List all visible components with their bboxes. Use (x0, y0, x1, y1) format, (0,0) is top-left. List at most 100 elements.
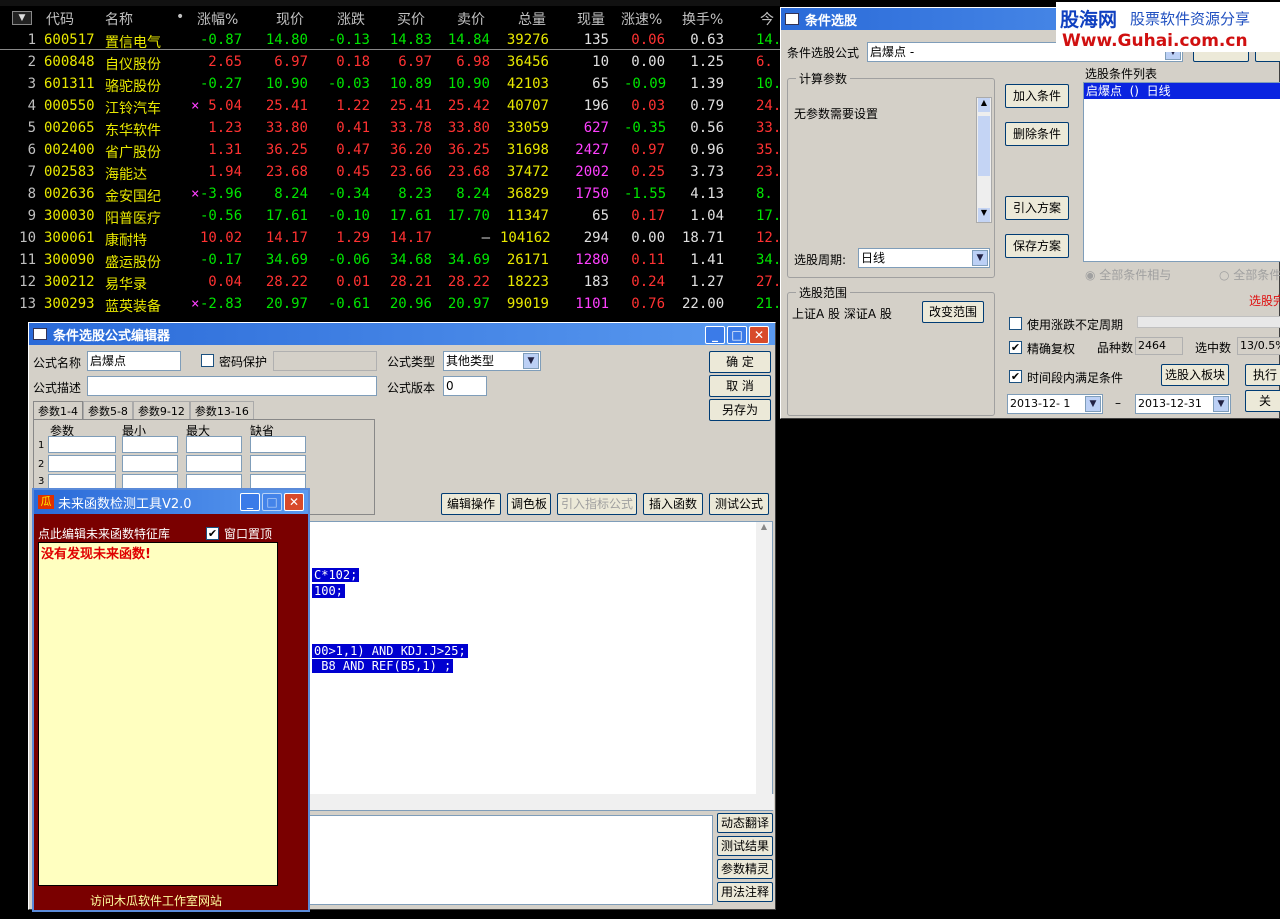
dynamic-translate-button[interactable]: 动态翻译 (717, 813, 773, 833)
table-row[interactable]: 4 000550 江铃汽车 × 5.04 25.41 1.22 25.41 25.42 40707… (0, 95, 782, 117)
table-row[interactable]: 6 002400 省广股份 1.31 36.25 0.47 36.20 36.25 31698 2… (0, 139, 782, 161)
editor-vscrollbar[interactable]: ▲ (756, 522, 772, 794)
scroll-thumb[interactable] (978, 116, 990, 176)
chevron-down-icon[interactable]: ▼ (1213, 396, 1229, 412)
condition-list[interactable]: 启爆点 () 日线 (1083, 82, 1280, 262)
current-volume: 1280 (575, 252, 609, 268)
param-2-name[interactable] (48, 455, 116, 472)
col-volume[interactable]: 总量 (518, 9, 546, 29)
col-code[interactable]: 代码 (46, 9, 74, 29)
param-1-min[interactable] (122, 436, 178, 453)
table-row[interactable]: 10 300061 康耐特 10.02 14.17 1.29 14.17 — 104162 294… (0, 227, 781, 249)
cancel-button[interactable]: 取 消 (709, 375, 771, 397)
maximize-icon[interactable]: □ (262, 493, 282, 511)
param-1-default[interactable] (250, 436, 306, 453)
future-tool-titlebar[interactable]: 瓜 未来函数检测工具V2.0 _ □ ✕ (34, 490, 308, 514)
import-plan-button[interactable]: 引入方案 (1005, 196, 1069, 220)
edit-ops-button[interactable]: 编辑操作 (441, 493, 501, 515)
password-checkbox[interactable] (201, 354, 214, 367)
table-row[interactable]: 9 300030 阳普医疗 -0.56 17.61 -0.10 17.61 17.70 1134… (0, 205, 782, 227)
radio-and[interactable]: ◉ 全部条件相与 (1085, 266, 1171, 283)
chevron-down-icon[interactable]: ▼ (1085, 396, 1101, 412)
table-row[interactable]: 13 300293 蓝英装备 × -2.83 20.97 -0.61 20.96 20.97 99… (0, 293, 781, 315)
table-row[interactable]: 7 002583 海能达 1.94 23.68 0.45 23.66 23.68 37472 20… (0, 161, 782, 183)
formula-version-input[interactable]: 0 (443, 376, 487, 396)
use-period-checkbox[interactable] (1009, 317, 1022, 330)
scroll-down-icon[interactable]: ▼ (978, 208, 990, 222)
insert-function-button[interactable]: 插入函数 (643, 493, 703, 515)
condition-list-item[interactable]: 启爆点 () 日线 (1084, 83, 1280, 99)
table-row[interactable]: 11 300090 盛运股份 -0.17 34.69 -0.06 34.68 34.69 261… (0, 249, 781, 271)
change-range-button[interactable]: 改变范围 (922, 301, 984, 323)
stock-picker-window: 条件选股 条件选股公式 启爆点 - ▼ 计算参数 无参数需要设置 ▲ ▼ 选股周期… (780, 7, 1280, 419)
save-as-button[interactable]: 另存为 (709, 399, 771, 421)
save-plan-button[interactable]: 保存方案 (1005, 234, 1069, 258)
delete-condition-button[interactable]: 删除条件 (1005, 122, 1069, 146)
col-pct[interactable]: 涨幅% (197, 9, 238, 29)
table-row[interactable]: 5 002065 东华软件 1.23 33.80 0.41 33.78 33.80 33059 6… (0, 117, 782, 139)
col-price[interactable]: 现价 (276, 9, 304, 29)
bid: 28.21 (389, 274, 432, 290)
tab-params-5-8[interactable]: 参数5-8 (82, 401, 133, 419)
test-formula-button[interactable]: 测试公式 (709, 493, 769, 515)
test-result-button[interactable]: 测试结果 (717, 836, 773, 856)
turnover: 0.56 (690, 120, 724, 136)
table-row[interactable]: 3 601311 骆驼股份 -0.27 10.90 -0.03 10.89 10.90 4210… (0, 73, 782, 95)
col-cur-vol[interactable]: 现量 (577, 9, 605, 29)
chevron-down-icon[interactable]: ▼ (523, 353, 539, 369)
password-input[interactable] (273, 351, 377, 371)
date-from[interactable]: 2013-12- 1 ▼ (1007, 394, 1103, 414)
sort-dropdown-icon[interactable]: ▼ (12, 11, 32, 25)
param-1-max[interactable] (186, 436, 242, 453)
add-condition-button[interactable]: 加入条件 (1005, 84, 1069, 108)
exact-adjust-checkbox[interactable]: ✔ (1009, 341, 1022, 354)
minimize-icon[interactable]: _ (705, 326, 725, 344)
param-2-max[interactable] (186, 455, 242, 472)
table-row[interactable]: 8 002636 金安国纪 × -3.96 8.24 -0.34 8.23 8.24 36829 1… (0, 183, 780, 205)
scroll-up-icon[interactable]: ▲ (756, 522, 772, 538)
palette-button[interactable]: 调色板 (507, 493, 551, 515)
param-wizard-button[interactable]: 参数精灵 (717, 859, 773, 879)
execute-button[interactable]: 执行 (1245, 364, 1280, 386)
tab-params-1-4[interactable]: 参数1-4 (33, 401, 83, 419)
close-icon[interactable]: ✕ (749, 326, 769, 344)
table-row[interactable]: 2 600848 自仪股份 2.65 6.97 0.18 6.97 6.98 36456 10 0.… (0, 51, 780, 73)
date-to[interactable]: 2013-12-31 ▼ (1135, 394, 1231, 414)
col-ask[interactable]: 卖价 (457, 9, 485, 29)
usage-notes-button[interactable]: 用法注释 (717, 882, 773, 902)
col-speed[interactable]: 涨速% (621, 9, 662, 29)
table-row[interactable]: 1 600517 置信电气 -0.87 14.80 -0.13 14.83 14.84 3927… (0, 29, 782, 51)
maximize-icon[interactable]: □ (727, 326, 747, 344)
to-block-button[interactable]: 选股入板块 (1161, 364, 1229, 386)
close-icon[interactable]: ✕ (284, 493, 304, 511)
table-row[interactable]: 12 300212 易华录 0.04 28.22 0.01 28.21 28.22 18223 1… (0, 271, 781, 293)
tab-params-13-16[interactable]: 参数13-16 (189, 401, 254, 419)
formula-name-input[interactable]: 启爆点 (87, 351, 181, 371)
chevron-down-icon[interactable]: ▼ (972, 250, 988, 266)
tab-params-9-12[interactable]: 参数9-12 (132, 401, 190, 419)
minimize-icon[interactable]: _ (240, 493, 260, 511)
param-2-min[interactable] (122, 455, 178, 472)
import-indicator-button[interactable]: 引入指标公式 (557, 493, 637, 515)
visit-website-link[interactable]: 访问木瓜软件工作室网站 (90, 892, 222, 909)
col-change[interactable]: 涨跌 (337, 9, 365, 29)
ok-button[interactable]: 确 定 (709, 351, 771, 373)
param-2-default[interactable] (250, 455, 306, 472)
col-bid[interactable]: 买价 (397, 9, 425, 29)
params-scrollbar[interactable]: ▲ ▼ (976, 97, 992, 223)
time-cond-checkbox[interactable]: ✔ (1009, 370, 1022, 383)
formula-type-select[interactable]: 其他类型 ▼ (443, 351, 541, 371)
period-select[interactable]: 日线 ▼ (858, 248, 990, 268)
col-name[interactable]: 名称 (105, 9, 133, 29)
col-extra[interactable]: 今 (760, 9, 774, 29)
radio-or[interactable]: ○ 全部条件 (1219, 266, 1280, 283)
col-turnover[interactable]: 换手% (682, 9, 723, 29)
formula-desc-input[interactable] (87, 376, 377, 396)
stay-on-top-checkbox[interactable]: ✔ (206, 527, 219, 540)
change: -0.06 (327, 252, 370, 268)
param-1-name[interactable] (48, 436, 116, 453)
close-button[interactable]: 关 (1245, 390, 1280, 412)
editor-titlebar[interactable]: 条件选股公式编辑器 _ □ ✕ (29, 323, 775, 345)
edit-feature-link[interactable]: 点此编辑未来函数特征库 (38, 525, 170, 542)
scroll-up-icon[interactable]: ▲ (978, 98, 990, 112)
